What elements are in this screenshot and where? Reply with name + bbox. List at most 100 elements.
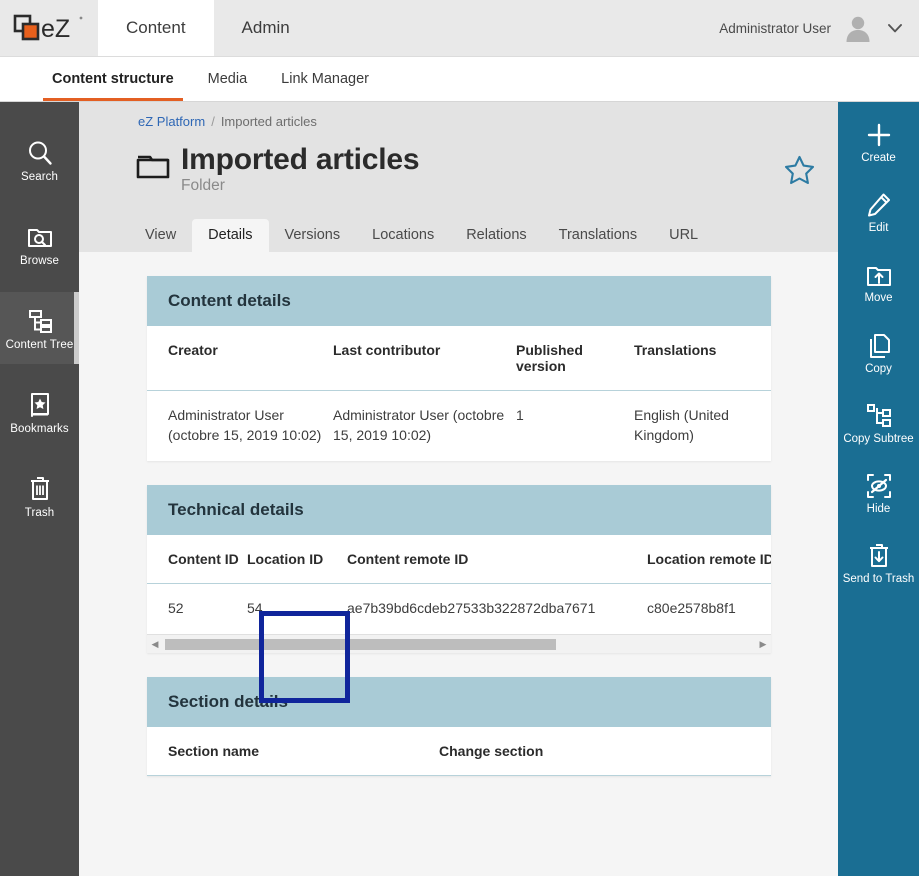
content-details-panel: Content details Creator Last contributor… <box>147 276 771 462</box>
user-name: Administrator User <box>719 20 831 36</box>
horizontal-scrollbar[interactable]: ◀ ▶ <box>147 634 771 654</box>
action-label: Copy <box>865 362 892 375</box>
tab-label: Versions <box>284 227 341 244</box>
action-label: Copy Subtree <box>843 432 914 445</box>
technical-details-title: Technical details <box>147 485 771 536</box>
cell-content-remote-id: ae7b39bd6cdeb27533b322872dba7671 <box>347 600 596 617</box>
col-change-section: Change section <box>439 727 771 777</box>
table-row: Administrator User (octobre 15, 2019 10:… <box>147 391 771 461</box>
breadcrumb: eZ Platform / Imported articles <box>79 114 838 129</box>
send-to-trash-icon <box>869 544 888 568</box>
copy-pages-icon <box>869 333 890 358</box>
user-menu[interactable]: Administrator User <box>719 0 919 56</box>
nav-tab-admin-label: Admin <box>241 18 290 37</box>
subnav-item-media[interactable]: Media <box>191 57 265 101</box>
move-folder-icon <box>866 267 891 287</box>
bookmarks-book-icon <box>30 392 49 417</box>
app-root: eZ Content Admin Administrator User Cont… <box>0 0 919 876</box>
nav-tab-admin[interactable]: Admin <box>214 0 318 56</box>
ez-logo-icon: eZ <box>13 14 83 43</box>
sidebar-item-browse[interactable]: Browse <box>0 208 79 280</box>
ez-logo[interactable]: eZ <box>0 0 98 56</box>
action-edit[interactable]: Edit <box>838 174 919 244</box>
hide-eye-icon <box>866 474 891 499</box>
sidebar-item-label: Content Tree <box>5 338 74 351</box>
plus-icon <box>867 123 890 147</box>
technical-details-panel: Technical details Content ID Location ID… <box>147 485 771 654</box>
sidebar-item-label: Browse <box>20 254 59 267</box>
bookmark-button[interactable] <box>783 154 816 192</box>
left-sidebar: Search Browse Content Tree Bookmarks Tra… <box>0 102 79 876</box>
action-send-to-trash[interactable]: Send to Trash <box>838 525 919 595</box>
page-subtitle: Folder <box>181 177 225 195</box>
trash-icon <box>30 476 49 500</box>
action-label: Move <box>864 292 893 305</box>
col-published-version: Published version <box>516 326 634 392</box>
breadcrumb-link-root[interactable]: eZ Platform <box>138 114 205 129</box>
action-label: Hide <box>866 503 891 516</box>
col-content-remote-id: Content remote ID <box>347 535 647 585</box>
sidebar-item-search[interactable]: Search <box>0 124 79 196</box>
sidebar-item-bookmarks[interactable]: Bookmarks <box>0 376 79 448</box>
secondary-nav: Content structure Media Link Manager <box>0 57 919 102</box>
tab-versions[interactable]: Versions <box>269 219 357 252</box>
subnav-label: Content structure <box>52 71 174 87</box>
title-row: Imported articles Folder <box>79 143 838 195</box>
user-avatar-icon <box>846 16 870 42</box>
scroll-right-arrow-icon[interactable]: ▶ <box>755 639 771 650</box>
tab-label: Relations <box>466 227 527 244</box>
action-move[interactable]: Move <box>838 244 919 314</box>
cell-location-id: 54 <box>247 600 263 617</box>
star-outline-icon <box>784 155 815 185</box>
action-copy[interactable]: Copy <box>838 315 919 385</box>
action-label: Edit <box>868 222 889 235</box>
right-action-sidebar: Create Edit Move Copy Copy Subtree Hide … <box>838 102 919 876</box>
scrollbar-thumb[interactable] <box>165 638 556 650</box>
scrollbar-track[interactable] <box>163 638 755 650</box>
action-copy-subtree[interactable]: Copy Subtree <box>838 385 919 455</box>
tab-details[interactable]: Details <box>192 219 269 253</box>
table-header-row: Creator Last contributor Published versi… <box>147 326 771 392</box>
table-header-row: Section name Change section <box>147 727 771 777</box>
cell-content-id: 52 <box>168 600 184 617</box>
page-header: eZ Platform / Imported articles Imported a… <box>79 102 838 253</box>
tab-url[interactable]: URL <box>653 219 714 252</box>
content-tree-icon <box>28 309 52 333</box>
tab-relations[interactable]: Relations <box>450 219 542 252</box>
top-bar: eZ Content Admin Administrator User <box>0 0 919 57</box>
col-last-contributor: Last contributor <box>333 326 516 392</box>
tab-locations[interactable]: Locations <box>356 219 450 252</box>
cell-translations: English (United Kingdom) <box>634 407 729 444</box>
chevron-down-icon[interactable] <box>885 18 905 38</box>
scroll-left-arrow-icon[interactable]: ◀ <box>147 639 163 650</box>
nav-tab-content-label: Content <box>126 18 186 37</box>
subnav-label: Link Manager <box>281 71 370 87</box>
tab-label: URL <box>669 227 699 244</box>
table-row: 52 54 ae7b39bd6cdeb27533b322872dba7671 c… <box>147 584 771 634</box>
col-location-remote-id: Location remote ID <box>647 535 771 585</box>
content-details-title: Content details <box>147 276 771 327</box>
col-creator: Creator <box>147 326 333 392</box>
action-create[interactable]: Create <box>838 102 919 174</box>
sidebar-item-content-tree[interactable]: Content Tree <box>0 292 79 364</box>
action-label: Send to Trash <box>842 573 915 586</box>
sidebar-item-trash[interactable]: Trash <box>0 460 79 532</box>
cell-published-version: 1 <box>516 407 524 424</box>
title-block: Imported articles Folder <box>181 143 420 195</box>
cell-creator: Administrator User (octobre 15, 2019 10:… <box>168 407 322 444</box>
breadcrumb-separator: / <box>211 114 215 129</box>
subnav-item-link-manager[interactable]: Link Manager <box>264 57 386 101</box>
nav-tab-content[interactable]: Content <box>98 0 214 56</box>
col-translations: Translations <box>634 326 771 392</box>
breadcrumb-current: Imported articles <box>220 114 317 129</box>
col-content-id: Content ID <box>147 535 247 585</box>
content-details-table: Creator Last contributor Published versi… <box>147 326 771 461</box>
subnav-item-content-structure[interactable]: Content structure <box>35 57 191 101</box>
col-location-id: Location ID <box>247 535 347 585</box>
subnav-label: Media <box>207 71 248 87</box>
tab-view[interactable]: View <box>129 219 192 252</box>
main-content: eZ Platform / Imported articles Imported a… <box>79 102 838 876</box>
page-title: Imported articles <box>181 143 420 176</box>
action-hide[interactable]: Hide <box>838 455 919 525</box>
tab-translations[interactable]: Translations <box>543 219 653 252</box>
